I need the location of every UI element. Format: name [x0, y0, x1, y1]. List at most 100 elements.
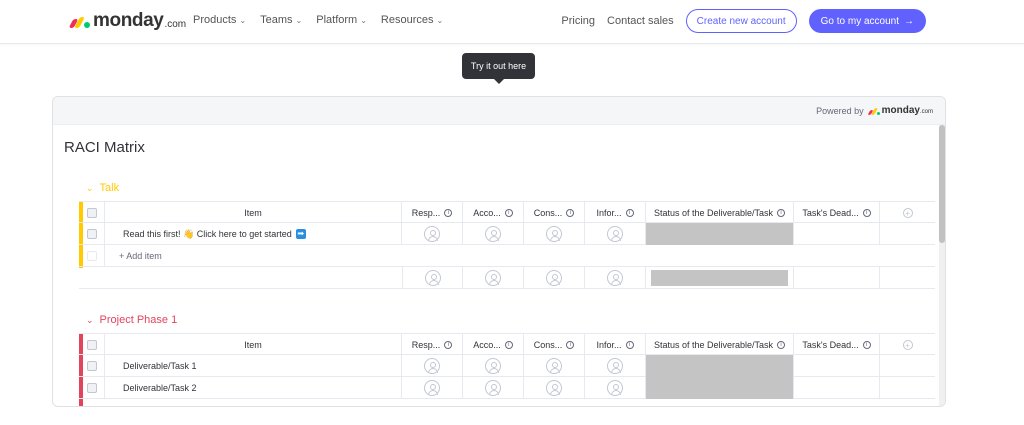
contact-sales-link[interactable]: Contact sales [607, 15, 674, 27]
add-column[interactable]: + [880, 334, 935, 356]
nav-resources[interactable]: Resources ⌄ [381, 14, 443, 26]
deadline-cell[interactable] [794, 377, 880, 399]
person-placeholder-icon[interactable] [607, 380, 623, 396]
column-header-deadline[interactable]: Task's Dead... i [794, 202, 880, 224]
column-header-accountable[interactable]: Acco... i [463, 202, 524, 224]
info-icon[interactable]: i [504, 209, 513, 217]
person-placeholder-icon[interactable] [424, 226, 440, 242]
info-icon[interactable]: i [444, 341, 453, 349]
add-item-row[interactable]: + Add item [79, 245, 935, 267]
add-item-input[interactable]: + Add item [104, 245, 935, 267]
column-header-item[interactable]: Item [104, 334, 402, 356]
pricing-link[interactable]: Pricing [561, 15, 595, 27]
row-checkbox[interactable] [87, 361, 97, 371]
column-header-responsible[interactable]: Resp... i [402, 202, 463, 224]
person-cell-responsible[interactable] [402, 223, 463, 245]
status-cell[interactable] [646, 355, 794, 377]
info-icon[interactable]: i [862, 341, 871, 349]
person-placeholder-icon [424, 270, 441, 286]
person-cell-accountable[interactable] [463, 223, 524, 245]
try-it-tooltip: Try it out here [462, 53, 535, 84]
embed-header: Powered by monday .com [53, 97, 945, 125]
person-placeholder-icon[interactable] [485, 226, 501, 242]
person-cell-informed[interactable] [585, 355, 646, 377]
chevron-down-icon: ⌄ [360, 15, 367, 25]
plus-circle-icon[interactable]: + [902, 340, 913, 350]
empty-cell [880, 355, 935, 377]
info-icon[interactable]: i [566, 209, 575, 217]
chevron-down-icon[interactable]: ⌄ [86, 183, 94, 194]
summary-consulted [524, 267, 585, 289]
column-header-item[interactable]: Item [104, 202, 402, 224]
plus-circle-icon[interactable]: + [902, 208, 913, 218]
info-icon[interactable]: i [444, 209, 453, 217]
info-icon[interactable]: i [777, 341, 786, 349]
info-icon[interactable]: i [625, 209, 634, 217]
person-placeholder-icon[interactable] [485, 358, 501, 374]
column-header-status[interactable]: Status of the Deliverable/Task i [646, 202, 794, 224]
select-all-checkbox[interactable] [87, 340, 97, 350]
column-header-informed[interactable]: Infor... i [585, 334, 646, 356]
column-header-informed[interactable]: Infor... i [585, 202, 646, 224]
person-cell-accountable[interactable] [463, 377, 524, 399]
person-cell-responsible[interactable] [402, 355, 463, 377]
add-column[interactable]: + [880, 202, 935, 224]
item-cell[interactable]: Deliverable/Task 1 [104, 355, 402, 377]
table-row[interactable]: Deliverable/Task 1 [79, 355, 935, 377]
nav-actions: Pricing Contact sales Create new account… [561, 9, 926, 33]
nav-products[interactable]: Products ⌄ [193, 14, 246, 26]
group-title[interactable]: Talk [100, 182, 120, 194]
person-cell-consulted[interactable] [524, 355, 585, 377]
nav-teams[interactable]: Teams ⌄ [260, 14, 302, 26]
column-header-accountable[interactable]: Acco... i [463, 334, 524, 356]
person-cell-informed[interactable] [585, 223, 646, 245]
group-title[interactable]: Project Phase 1 [100, 314, 178, 326]
nav-platform[interactable]: Platform ⌄ [316, 14, 367, 26]
person-cell-responsible[interactable] [402, 377, 463, 399]
info-icon[interactable]: i [625, 341, 634, 349]
group-table-project-phase-1: Item Resp... i Acco... i Cons... i Infor...… [79, 333, 935, 406]
column-header-consulted[interactable]: Cons... i [524, 334, 585, 356]
person-placeholder-icon[interactable] [485, 380, 501, 396]
person-placeholder-icon[interactable] [546, 226, 562, 242]
person-placeholder-icon[interactable] [607, 226, 623, 242]
status-cell[interactable] [646, 223, 794, 245]
column-header-responsible[interactable]: Resp... i [402, 334, 463, 356]
person-cell-accountable[interactable] [463, 355, 524, 377]
person-cell-consulted[interactable] [524, 223, 585, 245]
create-account-button[interactable]: Create new account [685, 9, 797, 33]
person-placeholder-icon[interactable] [546, 380, 562, 396]
column-header-consulted[interactable]: Cons... i [524, 202, 585, 224]
item-cell[interactable]: Read this first! 👋 Click here to get sta… [104, 223, 402, 245]
column-header-deadline[interactable]: Task's Dead... i [794, 334, 880, 356]
deadline-cell[interactable] [794, 355, 880, 377]
group-header-talk[interactable]: ⌄ Talk [86, 182, 119, 194]
info-icon[interactable]: i [862, 209, 871, 217]
row-checkbox[interactable] [87, 229, 97, 239]
select-all-checkbox[interactable] [87, 208, 97, 218]
go-to-account-button[interactable]: Go to my account → [808, 9, 926, 33]
deadline-cell[interactable] [794, 223, 880, 245]
person-cell-informed[interactable] [585, 377, 646, 399]
column-header-status[interactable]: Status of the Deliverable/Task i [646, 334, 794, 356]
table-row[interactable]: Deliverable/Task 2 [79, 377, 935, 399]
monday-logo[interactable]: monday .com [68, 10, 186, 31]
table-header: Item Resp... i Acco... i Cons... i Infor...… [79, 333, 935, 356]
person-placeholder-icon[interactable] [546, 358, 562, 374]
status-cell[interactable] [646, 377, 794, 399]
info-icon[interactable]: i [566, 341, 575, 349]
board-scrollbar-thumb[interactable] [939, 125, 945, 243]
info-icon[interactable]: i [777, 209, 786, 217]
person-placeholder-icon[interactable] [424, 358, 440, 374]
powered-by[interactable]: Powered by monday .com [816, 105, 933, 116]
person-cell-consulted[interactable] [524, 377, 585, 399]
row-checkbox[interactable] [87, 383, 97, 393]
person-placeholder-icon[interactable] [424, 380, 440, 396]
item-cell[interactable]: Deliverable/Task 2 [104, 377, 402, 399]
nav-links: Products ⌄ Teams ⌄ Platform ⌄ Resources ⌄ [193, 14, 443, 26]
info-icon[interactable]: i [504, 341, 513, 349]
group-header-project-phase-1[interactable]: ⌄ Project Phase 1 [86, 314, 177, 326]
table-row[interactable]: Read this first! 👋 Click here to get sta… [79, 223, 935, 245]
chevron-down-icon[interactable]: ⌄ [86, 315, 94, 326]
person-placeholder-icon[interactable] [607, 358, 623, 374]
